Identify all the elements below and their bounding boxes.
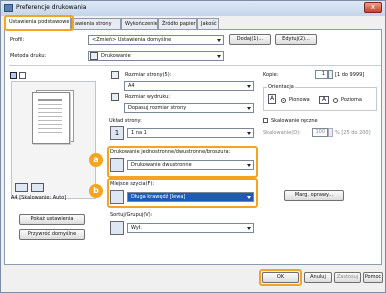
- printer-icon: [4, 4, 13, 12]
- landscape-label: Pozioma: [341, 97, 362, 103]
- chevron-down-icon: [247, 164, 251, 167]
- tab-finishing[interactable]: Wykończenie: [121, 18, 158, 29]
- print-method-value: Drukowanie: [101, 53, 131, 59]
- basic-tab-highlight: [4, 15, 74, 31]
- layout-select[interactable]: 1 na 1: [127, 128, 254, 138]
- chevron-down-icon: [247, 132, 251, 135]
- duplex-label: Drukowanie jednostronne/dwustronne/brosz…: [110, 149, 231, 155]
- divider: [9, 65, 381, 66]
- sort-select[interactable]: Wył.: [127, 223, 254, 233]
- marker-b: b: [89, 184, 103, 198]
- sort-label: Sortuj/Grupuj(V):: [110, 212, 153, 218]
- layout-label: Układ strony:: [109, 118, 142, 124]
- restore-defaults-button[interactable]: Przywróć domyślne: [19, 229, 85, 240]
- page-size-select[interactable]: A4: [124, 81, 254, 91]
- page-size-value: A4: [128, 83, 135, 89]
- page-size-label: Rozmiar strony(5):: [125, 72, 172, 78]
- landscape-radio[interactable]: [333, 98, 338, 103]
- sort-value: Wył.: [131, 225, 142, 231]
- title-bar: Preferencje drukowania x: [1, 1, 385, 16]
- printer-icon: [90, 52, 98, 60]
- preview-text-line: [38, 112, 62, 113]
- page-size-icon: [111, 71, 119, 79]
- preview-text-line: [38, 116, 62, 117]
- manual-scaling-label: Skalowanie ręczne: [271, 118, 318, 124]
- preview-status: A4 [Skalowanie: Auto]: [11, 195, 67, 201]
- chevron-down-icon: [247, 107, 251, 110]
- sort-icon: [110, 221, 124, 235]
- output-size-value: Dopasuj rozmiar strony: [128, 105, 187, 111]
- preview-text-line: [38, 104, 62, 105]
- preview-text-line: [38, 120, 62, 121]
- output-size-select[interactable]: Dopasuj rozmiar strony: [124, 103, 254, 113]
- profile-value: <Zmień> Ustawienia domyślne: [92, 37, 172, 43]
- copies-spinner[interactable]: [328, 70, 333, 79]
- preview-text-line: [38, 124, 62, 125]
- preview-text-line: [38, 108, 62, 109]
- paper-tray-icon[interactable]: [15, 183, 28, 192]
- tab-page-setup[interactable]: awienia strony: [71, 18, 121, 29]
- chevron-down-icon: [217, 39, 221, 42]
- show-settings-button[interactable]: Pokaż ustawienia: [19, 214, 85, 225]
- binding-margin-button[interactable]: Marg. oprawy...: [284, 190, 344, 201]
- preview-text-line: [38, 99, 62, 101]
- print-method-select[interactable]: Drukowanie: [88, 51, 224, 61]
- preview-settings-icon[interactable]: [19, 72, 26, 79]
- close-button[interactable]: x: [364, 2, 382, 13]
- preview-text-line: [38, 132, 62, 133]
- scaling-range: % [25 do 200]: [335, 130, 371, 136]
- chevron-down-icon: [217, 55, 221, 58]
- duplex-select[interactable]: Drukowanie dwustronne: [127, 160, 254, 170]
- help-button[interactable]: Pomoc: [363, 272, 383, 283]
- binding-select[interactable]: Długa krawędź [lewa]: [127, 192, 254, 202]
- orientation-label: Orientacja: [267, 84, 295, 90]
- portrait-icon: A: [268, 94, 276, 104]
- scaling-label: Skalowanie(D):: [263, 130, 301, 136]
- preview-page-icon[interactable]: [10, 72, 17, 79]
- binding-icon: [110, 190, 124, 204]
- portrait-label: Pionowa: [289, 97, 310, 103]
- output-size-icon: [111, 93, 119, 101]
- print-preferences-window: Preferencje drukowania x Ustawienia pods…: [0, 0, 386, 293]
- binding-value: Długa krawędź [lewa]: [131, 194, 186, 200]
- preview-text-line: [38, 128, 62, 129]
- manual-scaling-checkbox[interactable]: [263, 118, 268, 123]
- marker-a: a: [89, 153, 103, 167]
- layout-value: 1 na 1: [131, 130, 147, 136]
- scaling-spinner[interactable]: [328, 128, 333, 137]
- landscape-icon: A: [319, 96, 329, 104]
- profile-label: Profil:: [10, 37, 25, 43]
- duplex-icon: [110, 158, 124, 172]
- cancel-button[interactable]: Anuluj: [304, 272, 332, 283]
- duplex-icon[interactable]: [31, 183, 44, 192]
- chevron-down-icon: [247, 85, 251, 88]
- scaling-input[interactable]: 100: [312, 128, 328, 137]
- chevron-down-icon: [247, 196, 251, 199]
- preview-pane: [11, 81, 96, 199]
- tab-quality[interactable]: Jakość: [197, 18, 219, 29]
- duplex-value: Drukowanie dwustronne: [131, 162, 192, 168]
- copies-label: Kopie:: [263, 72, 279, 78]
- copies-range: [1 do 9999]: [335, 72, 365, 78]
- layout-icon: 1: [110, 126, 124, 140]
- apply-button[interactable]: Zastosuj: [334, 272, 361, 283]
- binding-label: Miejsce szycia(F):: [110, 181, 155, 187]
- preview-sheet: [32, 92, 70, 144]
- window-title: Preferencje drukowania: [16, 4, 87, 11]
- print-method-label: Metoda druku:: [10, 53, 47, 59]
- profile-select[interactable]: <Zmień> Ustawienia domyślne: [88, 35, 224, 45]
- tab-paper-source[interactable]: Źródło papieru: [158, 18, 197, 29]
- chevron-down-icon: [247, 227, 251, 230]
- profile-add-button[interactable]: Dodaj(1)...: [229, 34, 271, 45]
- portrait-radio[interactable]: [281, 98, 286, 103]
- ok-button[interactable]: OK: [262, 272, 299, 283]
- profile-edit-button[interactable]: Edytuj(2)...: [275, 34, 317, 45]
- copies-input[interactable]: 1: [315, 70, 328, 79]
- output-size-label: Rozmiar wydruku:: [125, 94, 170, 100]
